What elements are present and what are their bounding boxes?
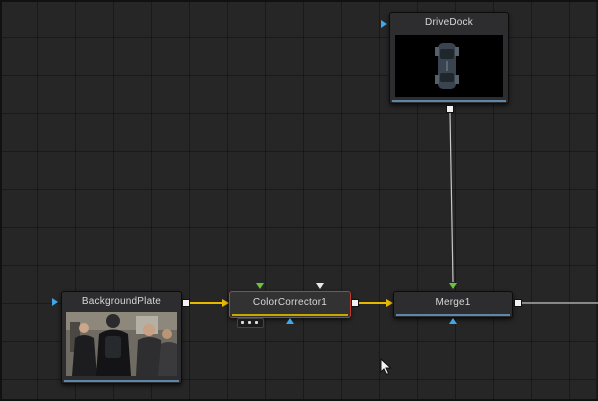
colorcorrector-background-input-icon[interactable] — [256, 283, 264, 289]
node-backgroundplate[interactable]: BackgroundPlate — [61, 291, 182, 384]
colorcorrector-effect-mask-icon[interactable] — [316, 283, 324, 289]
node-underline — [64, 380, 179, 382]
merge-output-port[interactable] — [514, 299, 522, 307]
car-thumbnail-icon — [395, 35, 503, 97]
node-title: ColorCorrector1 — [252, 297, 328, 308]
backgroundplate-output-port[interactable] — [182, 299, 190, 307]
node-colorcorrector1[interactable]: ColorCorrector1 — [229, 291, 351, 318]
node-title: DriveDock — [425, 17, 473, 28]
backgroundplate-input-icon[interactable] — [52, 298, 58, 306]
colorcorrector-output-port[interactable] — [351, 299, 359, 307]
node-title: BackgroundPlate — [81, 296, 162, 307]
drivedock-input-icon[interactable] — [381, 20, 387, 28]
node-merge1[interactable]: Merge1 — [393, 291, 513, 318]
merge-foreground-input-icon[interactable] — [449, 318, 457, 324]
canvas-frame-left — [0, 0, 2, 401]
node-selection-underline — [232, 314, 348, 316]
canvas-frame-top — [0, 0, 598, 2]
node-drivedock[interactable]: DriveDock — [389, 12, 509, 104]
merge-background-input-icon[interactable] — [449, 283, 457, 289]
node-underline — [396, 314, 510, 316]
drivedock-output-port[interactable] — [446, 105, 454, 113]
node-options-icon[interactable] — [237, 318, 264, 328]
node-underline — [392, 100, 506, 102]
people-thumbnail-icon — [66, 312, 177, 376]
node-title: Merge1 — [435, 297, 471, 308]
mouse-pointer-icon — [380, 358, 392, 376]
colorcorrector-main-input-icon[interactable] — [286, 318, 294, 324]
